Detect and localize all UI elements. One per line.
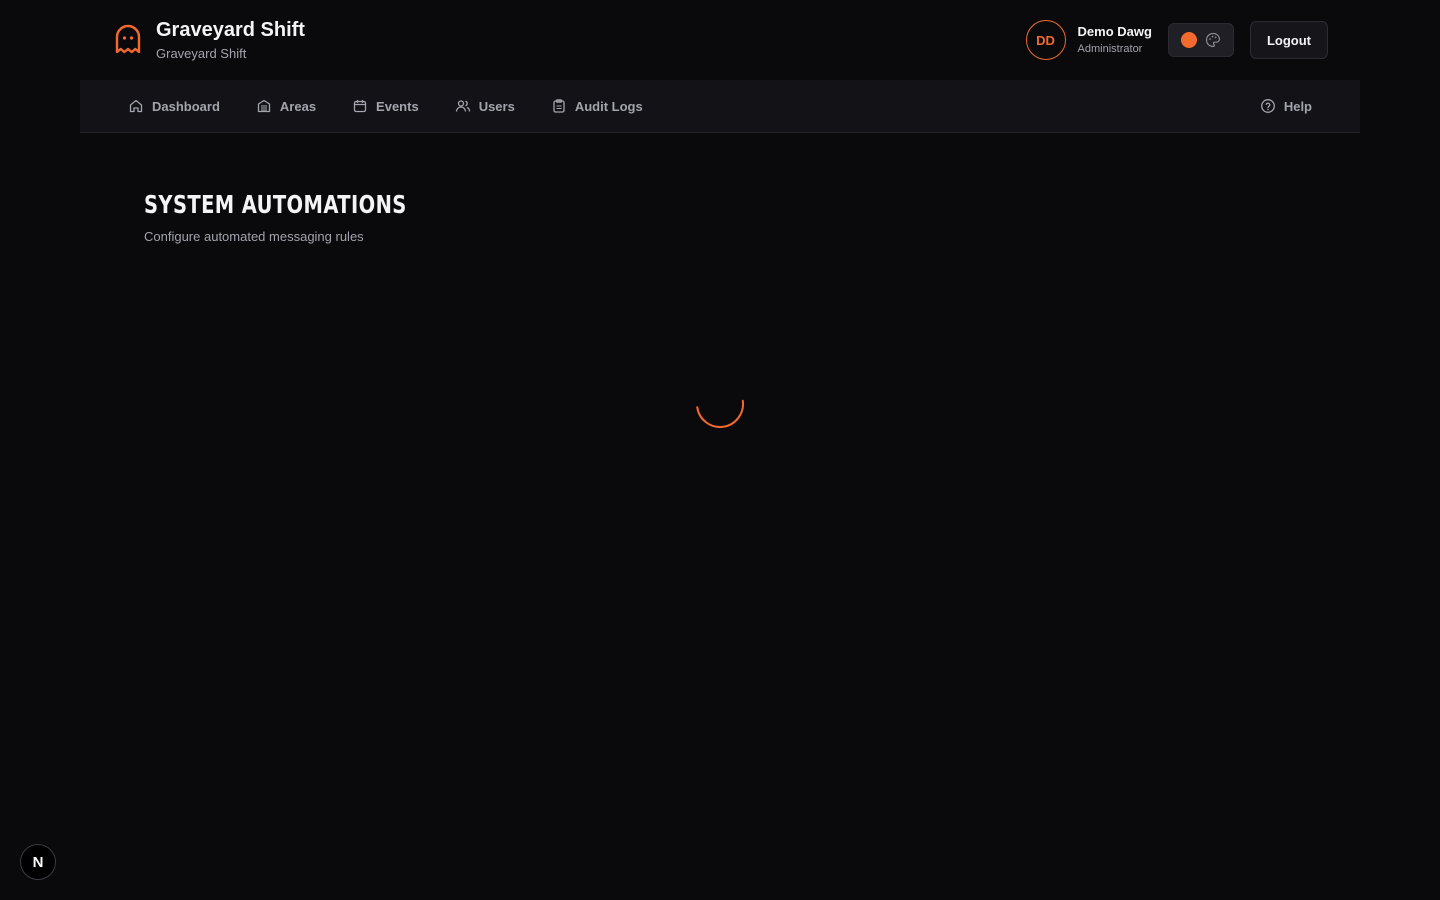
- nav-item-users[interactable]: Users: [455, 98, 515, 114]
- nav-help-label: Help: [1283, 98, 1312, 114]
- calendar-icon: [353, 100, 367, 113]
- user-role: Administrator: [1077, 43, 1143, 55]
- nav-item-label: Dashboard: [152, 98, 220, 114]
- users-icon: [455, 100, 470, 112]
- logout-button[interactable]: Logout: [1249, 21, 1328, 59]
- nav-item-label: Users: [478, 98, 515, 114]
- nav-item-label: Areas: [279, 98, 317, 114]
- brand[interactable]: Graveyard Shift Graveyard Shift: [114, 20, 305, 61]
- nav-item-label: Events: [376, 98, 419, 114]
- nav-item-events[interactable]: Events: [352, 98, 419, 114]
- nav-item-label: Audit Logs: [574, 98, 643, 114]
- accent-color-dot-icon: [1180, 32, 1197, 48]
- user-name: Demo Dawg: [1077, 24, 1152, 39]
- nav-item-dashboard[interactable]: Dashboard: [128, 98, 220, 114]
- page-description: Configure automated messaging rules: [144, 229, 364, 244]
- brand-subtitle: Graveyard Shift: [156, 46, 247, 61]
- user-block: DD Demo Dawg Administrator Logout: [1025, 20, 1328, 60]
- clipboard-icon: [553, 99, 565, 113]
- top-header: Graveyard Shift Graveyard Shift DD Demo …: [80, 0, 1360, 80]
- avatar[interactable]: DD: [1025, 20, 1066, 60]
- nav-item-audit-logs[interactable]: Audit Logs: [551, 98, 643, 114]
- ghost-logo-icon: [115, 24, 141, 54]
- dev-tools-badge[interactable]: N: [20, 844, 56, 880]
- nav-item-areas[interactable]: Areas: [256, 98, 316, 114]
- home-icon: [129, 99, 143, 113]
- palette-icon: [1205, 32, 1221, 48]
- page-title: SYSTEM AUTOMATIONS: [144, 190, 407, 219]
- brand-title: Graveyard Shift: [156, 19, 305, 41]
- main-nav: Dashboard Areas Events Users Audit Logs …: [80, 80, 1360, 133]
- help-circle-icon: [1260, 99, 1275, 113]
- building-icon: [257, 99, 271, 113]
- nav-item-help[interactable]: Help: [1260, 80, 1312, 132]
- loading-spinner-icon: [696, 399, 744, 428]
- page-header: SYSTEM AUTOMATIONS Configure automated m…: [144, 190, 481, 244]
- theme-toggle-button[interactable]: [1167, 23, 1234, 57]
